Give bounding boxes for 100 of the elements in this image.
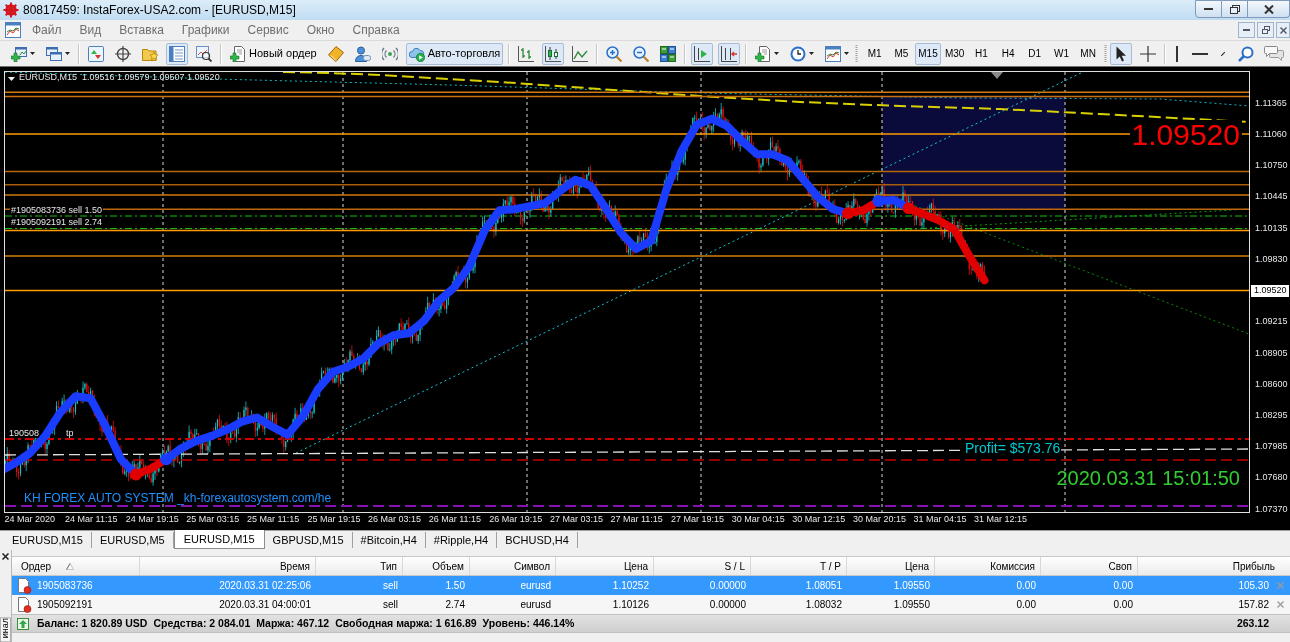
timeframe-button[interactable]: H4	[994, 42, 1022, 65]
window-title: 80817459: InstaForex-USA2.com - [EURUSD,M15]	[23, 4, 296, 16]
time-label: 25 Mar 03:15	[186, 515, 240, 524]
menu-item[interactable]: Вид	[70, 20, 111, 40]
table-cell-text: 1905092191	[37, 598, 93, 612]
toolbar-grip[interactable]	[855, 42, 859, 65]
timeframe-button[interactable]: M15	[914, 42, 942, 65]
toolbar-grip[interactable]	[1104, 42, 1108, 65]
summary-item: Баланс: 1 820.89 USD	[37, 615, 148, 631]
table-cell-text: 0.00000	[708, 579, 747, 593]
table-cell-text: 1.08051	[804, 579, 843, 593]
menu-item[interactable]: Справка	[343, 20, 409, 40]
price-label: 1.08600	[1255, 379, 1288, 389]
time-label: 31 Mar 04:15	[913, 515, 967, 524]
auto-trading-button[interactable]: Авто-торговля	[405, 42, 504, 65]
magnifier-window-icon	[196, 45, 212, 62]
menu-item[interactable]: Вставка	[110, 20, 173, 40]
order-icon	[17, 577, 32, 594]
restore-icon	[1229, 4, 1240, 14]
line-chart-icon	[572, 45, 589, 62]
price-label: 1.08295	[1255, 410, 1288, 420]
stacked-windows-icon	[46, 45, 62, 62]
chart-tab[interactable]: EURUSD,M15	[4, 532, 92, 548]
restore-button[interactable]	[1222, 0, 1248, 18]
menu-item[interactable]: Графики	[172, 20, 239, 40]
column-header[interactable]: Объем	[403, 557, 470, 575]
toolbar-button[interactable]	[542, 42, 565, 65]
price-label: 1.11060	[1255, 129, 1287, 139]
menu-item[interactable]: Окно	[297, 20, 344, 40]
time-label: 24 Mar 11:15	[65, 515, 118, 524]
column-header[interactable]: Ордер	[12, 557, 140, 575]
ohlc-values: 1.09516 1.09579 1.09507 1.09520	[82, 73, 220, 82]
summary-item: Уровень: 446.14%	[482, 615, 575, 631]
side-tab[interactable]: инал	[0, 616, 11, 642]
price-label: 1.11365	[1255, 98, 1287, 108]
caret-icon	[774, 52, 780, 55]
timeframe-button[interactable]: MN	[1074, 42, 1102, 65]
minimize-button[interactable]	[1195, 0, 1222, 18]
table-cell-text: 0.00	[1112, 579, 1134, 593]
column-header[interactable]: S / L	[654, 557, 751, 575]
minimize-button[interactable]	[1238, 22, 1255, 38]
column-header[interactable]: Прибыль	[1138, 557, 1290, 575]
toolbar-button[interactable]	[1110, 42, 1133, 65]
time-label: 24 Mar 2020	[4, 515, 56, 524]
diamond-icon	[327, 45, 344, 62]
chart-tab[interactable]: GBPUSD,M15	[264, 532, 353, 548]
time-label: 30 Mar 04:15	[731, 515, 785, 524]
time-label: 26 Mar 03:15	[368, 515, 422, 524]
column-header[interactable]: T / P	[751, 557, 847, 575]
close-icon	[1263, 4, 1274, 14]
caret-icon	[809, 52, 815, 55]
column-header[interactable]: Комиссия	[935, 557, 1041, 575]
order-label: #1905092191 sell 2.74	[10, 218, 104, 227]
time-label: 27 Mar 11:15	[610, 515, 663, 524]
timeframe-button[interactable]: W1	[1048, 42, 1075, 65]
column-header[interactable]: Время	[140, 557, 316, 575]
chart-symbol: EURUSD,M15	[19, 73, 77, 82]
table-cell-text: 1.09550	[892, 598, 931, 612]
timeframe-button[interactable]: M1	[861, 42, 888, 65]
chart-tab[interactable]: EURUSD,M5	[91, 532, 174, 548]
column-header[interactable]: Тип	[316, 557, 403, 575]
timeframe-button[interactable]: D1	[1021, 42, 1049, 65]
time-label: 31 Mar 12:15	[974, 515, 1028, 524]
price-label: 1.07370	[1255, 504, 1288, 514]
table-cell-text: 2020.03.31 04:00:01	[218, 598, 312, 612]
new-order-button[interactable]: Новый ордер	[227, 42, 320, 65]
column-header[interactable]: Символ	[470, 557, 556, 575]
price-label: 1.08905	[1255, 348, 1288, 358]
column-header[interactable]: Своп	[1041, 557, 1138, 575]
time-label: 26 Mar 11:15	[428, 515, 482, 524]
chart-plus-icon	[11, 45, 27, 62]
table-cell-text: 1905083736	[37, 579, 93, 593]
table-cell-text: eurusd	[519, 579, 552, 593]
table-row[interactable]: 1905092191 2020.03.31 04:00:01 sell 2.74 eurusd 1.10126 0.00000 1.08032 1.09550 0.00 0.00 157.82	[12, 595, 1290, 614]
menu-item[interactable]: Файл	[23, 20, 71, 40]
chart-tab[interactable]: EURUSD,M15	[173, 530, 265, 549]
timeframe-button[interactable]: H1	[968, 42, 995, 65]
document-plus-icon	[230, 45, 246, 62]
close-icon[interactable]	[2, 553, 9, 560]
chart-tab[interactable]: #Ripple,H4	[425, 532, 498, 548]
column-header[interactable]: Цена	[556, 557, 654, 575]
cloud-play-icon	[408, 45, 425, 62]
person-icon	[354, 45, 371, 62]
toolbar-button[interactable]	[718, 42, 741, 65]
table-cell-text: 1.10126	[611, 598, 650, 612]
order-icon	[17, 596, 32, 613]
tiles-icon	[660, 45, 677, 62]
menu-item[interactable]: Сервис	[238, 20, 298, 40]
close-button[interactable]	[1248, 0, 1290, 18]
timeframe-button[interactable]: M5	[888, 42, 915, 65]
toolbar-button[interactable]	[691, 42, 714, 65]
bar-chart-icon	[518, 45, 535, 62]
close-button[interactable]	[1276, 22, 1290, 38]
chart-tab[interactable]: BCHUSD,H4	[497, 532, 578, 548]
restore-button[interactable]	[1257, 22, 1274, 38]
timeframe-button[interactable]: M30	[941, 42, 969, 65]
column-header[interactable]: Цена	[847, 557, 935, 575]
chart-tab[interactable]: #Bitcoin,H4	[352, 532, 426, 548]
table-cell-text: sell	[382, 598, 399, 612]
document-plus-icon	[755, 45, 772, 62]
